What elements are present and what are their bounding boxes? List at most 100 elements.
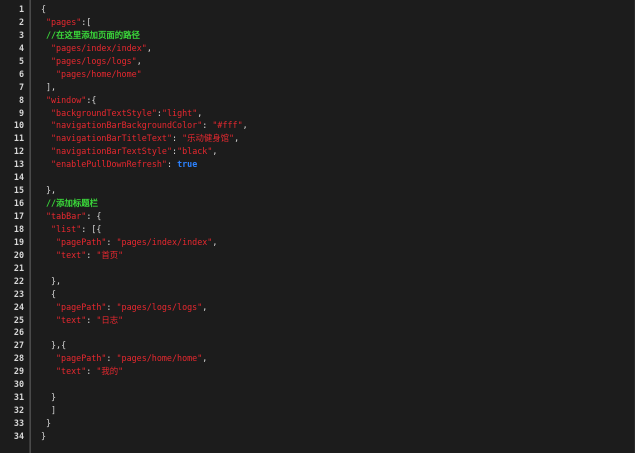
code-token: "pagePath"	[56, 236, 107, 247]
line-code: {	[51, 288, 56, 301]
code-token: "navigationBarBackgroundColor"	[51, 120, 203, 131]
code-line[interactable]: 20 "text": "首页"	[0, 249, 635, 262]
line-number: 18	[13, 223, 24, 234]
code-line[interactable]: 3 //在这里添加页面的路径	[0, 29, 635, 42]
code-token: "navigationBarTitleText"	[51, 133, 173, 144]
code-lines[interactable]: 1{2 "pages":[3//在这里添加页面的路径 4 "pages/index/i…	[0, 3, 635, 443]
code-token: }	[41, 430, 47, 441]
code-token: "light"	[161, 107, 198, 118]
line-code: }	[41, 430, 46, 443]
line-number: 28	[13, 353, 24, 364]
code-line[interactable]: 15},	[0, 184, 635, 197]
code-token: "我的"	[96, 366, 124, 377]
code-line[interactable]: 7],	[0, 81, 635, 94]
code-line[interactable]: 25 "text": "日志"	[0, 314, 635, 327]
line-code: "pages":[	[46, 16, 91, 29]
code-editor[interactable]: 1{2 "pages":[3//在这里添加页面的路径 4 "pages/index/i…	[0, 0, 635, 453]
code-line[interactable]: 30	[0, 378, 635, 391]
line-number: 24	[13, 301, 24, 312]
code-line[interactable]: 10 "navigationBarBackgroundColor": "#fff"…	[0, 119, 635, 132]
code-line[interactable]: 31}	[0, 391, 635, 404]
code-token: "pages/index/index"	[116, 236, 213, 247]
code-token: ,	[146, 42, 152, 53]
code-line[interactable]: 1{	[0, 3, 635, 16]
line-code: "pages/index/index",	[51, 42, 152, 55]
code-line[interactable]: 6 "pages/home/home"	[0, 68, 635, 81]
code-token: :	[106, 353, 117, 364]
line-number: 11	[13, 133, 24, 144]
line-code: //在这里添加页面的路径	[46, 29, 140, 42]
code-line[interactable]: 14	[0, 171, 635, 184]
line-number: 25	[13, 314, 24, 325]
line-code: },	[46, 184, 56, 197]
code-token: ,	[136, 55, 142, 66]
code-token: :	[106, 301, 117, 312]
line-number: 16	[13, 198, 24, 209]
line-code: "pagePath": "pages/home/home",	[56, 352, 207, 365]
line-code: "navigationBarTextStyle":"black",	[51, 145, 217, 158]
code-line[interactable]: 8 "window":{	[0, 94, 635, 107]
line-code: "pages/logs/logs",	[51, 55, 142, 68]
code-token: ,	[212, 146, 218, 157]
code-token: "pagePath"	[56, 353, 107, 364]
code-token: "pages/home/home"	[116, 353, 203, 364]
code-line[interactable]: 4 "pages/index/index",	[0, 42, 635, 55]
line-number: 2	[18, 16, 24, 27]
code-token: "乐动健身馆"	[182, 133, 235, 144]
code-line[interactable]: 16 //添加标题栏	[0, 197, 635, 210]
code-line[interactable]: 18 "list": [{	[0, 223, 635, 236]
code-line[interactable]: 29 "text": "我的"	[0, 365, 635, 378]
line-code: "tabBar": {	[46, 210, 101, 223]
line-code: "pages/home/home"	[56, 68, 142, 81]
line-number: 22	[13, 275, 24, 286]
code-line[interactable]: 32]	[0, 404, 635, 417]
line-code: //添加标题栏	[46, 197, 98, 210]
code-line[interactable]: 24 "pagePath": "pages/logs/logs",	[0, 301, 635, 314]
line-code: "window":{	[46, 94, 96, 107]
code-token: :{	[86, 94, 97, 105]
line-code: },{	[51, 339, 66, 352]
code-line[interactable]: 17 "tabBar": {	[0, 210, 635, 223]
line-number: 4	[18, 42, 24, 53]
code-line[interactable]: 11 "navigationBarTitleText": "乐动健身馆",	[0, 132, 635, 145]
code-line[interactable]: 2 "pages":[	[0, 16, 635, 29]
line-code: "pagePath": "pages/logs/logs",	[56, 301, 207, 314]
line-number: 6	[18, 68, 24, 79]
code-token: :[	[81, 16, 92, 27]
code-line[interactable]: 27},{	[0, 339, 635, 352]
code-token: "text"	[56, 314, 87, 325]
code-token: true	[177, 159, 198, 170]
code-token: ],	[46, 81, 57, 92]
code-line[interactable]: 28 "pagePath": "pages/home/home",	[0, 352, 635, 365]
code-token: :	[86, 314, 97, 325]
line-number: 8	[18, 94, 24, 105]
code-token: "enablePullDownRefresh"	[51, 159, 167, 170]
code-token: "list"	[51, 223, 82, 234]
line-number: 15	[13, 185, 24, 196]
line-code: "navigationBarBackgroundColor": "#fff",	[51, 119, 248, 132]
code-token: "tabBar"	[46, 211, 87, 221]
line-number: 23	[13, 288, 24, 299]
line-code: "text": "首页"	[56, 249, 123, 262]
code-line[interactable]: 9 "backgroundTextStyle":"light",	[0, 107, 635, 120]
code-line[interactable]: 34}	[0, 430, 635, 443]
code-line[interactable]: 5 "pages/logs/logs",	[0, 55, 635, 68]
code-token: "text"	[56, 249, 87, 260]
code-token: ,	[234, 133, 240, 144]
code-line[interactable]: 26	[0, 326, 635, 339]
code-token: "navigationBarTextStyle"	[51, 146, 173, 157]
code-token: ]	[51, 405, 57, 416]
code-line[interactable]: 12 "navigationBarTextStyle":"black",	[0, 145, 635, 158]
code-line[interactable]: 33}	[0, 417, 635, 430]
line-number: 29	[13, 366, 24, 377]
code-line[interactable]: 22},	[0, 275, 635, 288]
code-line[interactable]: 23 {	[0, 288, 635, 301]
code-token: :	[166, 159, 178, 170]
code-token: "window"	[46, 94, 87, 105]
code-token: :	[86, 366, 97, 377]
code-line[interactable]: 19 "pagePath": "pages/index/index",	[0, 236, 635, 249]
code-line[interactable]: 13 "enablePullDownRefresh": true	[0, 158, 635, 171]
code-line[interactable]: 21	[0, 262, 635, 275]
line-code: "pagePath": "pages/index/index",	[56, 236, 217, 249]
code-token: ,	[202, 353, 208, 364]
